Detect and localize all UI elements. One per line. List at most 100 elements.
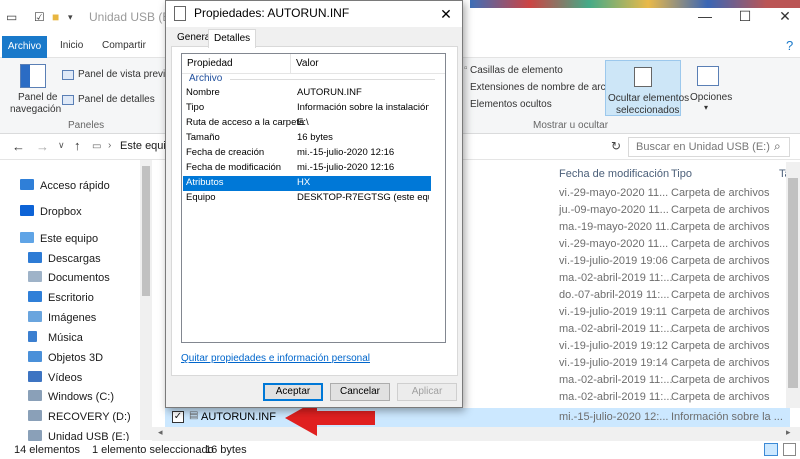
column-divider[interactable]: [290, 54, 291, 74]
property-row[interactable]: Tipo Información sobre la instalación: [183, 101, 431, 116]
property-row[interactable]: Fecha de modificación mi.-15-julio-2020 1…: [183, 161, 431, 176]
property-name: Fecha de modificación: [186, 162, 282, 173]
tab-archivo[interactable]: Archivo: [2, 36, 47, 58]
row-date: vi.-19-julio-2019 19:11: [559, 306, 668, 318]
recent-dropdown-icon[interactable]: ∨: [58, 140, 65, 151]
preview-pane-button[interactable]: Panel de vista previa: [78, 69, 171, 80]
property-row[interactable]: Atributos HX: [183, 176, 431, 191]
help-icon[interactable]: ?: [786, 38, 793, 53]
quick-access-dropdown-icon[interactable]: ▾: [68, 12, 73, 23]
minimize-button[interactable]: —: [690, 8, 720, 28]
search-input[interactable]: Buscar en Unidad USB (E:) ⌕: [628, 137, 790, 157]
table-row-selected[interactable]: ✓ ▤ AUTORUN.INF mi.-15-julio-2020 12:...…: [165, 408, 790, 427]
property-list-header: Propiedad Valor: [182, 54, 445, 74]
property-row[interactable]: Ruta de acceso a la carpeta E:\: [183, 116, 431, 131]
nav-item-label: Descargas: [48, 253, 101, 265]
cancel-button[interactable]: Cancelar: [330, 383, 390, 401]
horizontal-scrollbar[interactable]: ◂ ▸: [152, 427, 800, 441]
column-property[interactable]: Propiedad: [187, 58, 233, 69]
column-value[interactable]: Valor: [296, 58, 319, 69]
options-dropdown-icon[interactable]: ▾: [704, 103, 708, 112]
property-row[interactable]: Fecha de creación mi.-15-julio-2020 12:16: [183, 146, 431, 161]
scroll-left-icon[interactable]: ◂: [158, 427, 163, 438]
hide-selected-button[interactable]: Ocultar elementos seleccionados: [605, 60, 689, 116]
table-row[interactable]: do.-07-abril-2019 11:... Carpeta de archi…: [555, 287, 800, 304]
file-list-scroll-thumb[interactable]: [788, 178, 798, 388]
row-date: ju.-09-mayo-2020 11...: [559, 204, 669, 216]
nav-item-escritorio[interactable]: Escritorio: [28, 291, 94, 304]
nav-item-este-equipo[interactable]: Este equipo: [20, 232, 98, 245]
nav-item-label: Acceso rápido: [40, 180, 110, 192]
nav-item-windows-c[interactable]: Windows (C:): [28, 390, 114, 403]
table-row[interactable]: ma.-19-mayo-2020 11... Carpeta de archivo…: [555, 219, 800, 236]
remove-properties-link[interactable]: Quitar propiedades e información persona…: [181, 353, 370, 364]
tab-inicio[interactable]: Inicio: [60, 40, 83, 51]
nav-item-documentos[interactable]: Documentos: [28, 271, 110, 284]
nav-item-videos[interactable]: Vídeos: [28, 371, 82, 384]
table-row[interactable]: ma.-02-abril-2019 11:... Carpeta de archi…: [555, 372, 800, 389]
nav-item-descargas[interactable]: Descargas: [28, 252, 101, 265]
nav-item-acceso-rapido[interactable]: Acceso rápido: [20, 179, 110, 192]
details-pane-button[interactable]: Panel de detalles: [78, 94, 155, 105]
large-icons-view-icon[interactable]: [783, 443, 796, 456]
back-arrow-icon[interactable]: ←: [12, 139, 25, 154]
item-checkboxes-checkbox[interactable]: ▫: [464, 63, 468, 74]
options-button[interactable]: Opciones: [690, 92, 732, 103]
row-type: Carpeta de archivos: [671, 340, 770, 352]
refresh-icon[interactable]: ↻: [611, 139, 621, 153]
scroll-right-icon[interactable]: ▸: [786, 427, 791, 438]
documents-icon: [28, 271, 42, 282]
hidden-items-option[interactable]: Elementos ocultos: [470, 99, 552, 110]
search-icon[interactable]: ⌕: [774, 139, 781, 154]
forward-arrow-icon[interactable]: →: [36, 139, 49, 154]
table-row[interactable]: ma.-02-abril-2019 11:... Carpeta de archi…: [555, 321, 800, 338]
maximize-button[interactable]: ☐: [730, 8, 760, 28]
table-row[interactable]: vi.-19-julio-2019 19:11 Carpeta de archiv…: [555, 304, 800, 321]
nav-item-recovery-d[interactable]: RECOVERY (D:): [28, 410, 131, 423]
nav-item-musica[interactable]: Música: [28, 331, 83, 344]
tab-compartir[interactable]: Compartir: [102, 40, 146, 51]
table-row[interactable]: ma.-02-abril-2019 11:... Carpeta de archi…: [555, 270, 800, 287]
nav-pane-icon[interactable]: [20, 64, 46, 88]
item-checkboxes-option[interactable]: Casillas de elemento: [470, 65, 563, 76]
property-row[interactable]: Equipo DESKTOP-R7EGTSG (este equi...: [183, 191, 431, 206]
table-row[interactable]: vi.-19-julio-2019 19:12 Carpeta de archiv…: [555, 338, 800, 355]
checkbox-quick-icon[interactable]: ☑: [34, 10, 45, 24]
options-icon[interactable]: [697, 66, 719, 86]
column-date-modified[interactable]: Fecha de modificación: [559, 168, 669, 180]
table-row[interactable]: ju.-09-mayo-2020 11... Carpeta de archivo…: [555, 202, 800, 219]
dialog-titlebar: Propiedades: AUTORUN.INF ✕: [166, 1, 462, 27]
property-list[interactable]: Propiedad Valor Archivo Nombre AUTORUN.IN…: [181, 53, 446, 343]
close-window-button[interactable]: ✕: [770, 8, 800, 28]
nav-pane-label[interactable]: Panel de: [18, 92, 57, 103]
row-type: Carpeta de archivos: [671, 289, 770, 301]
tab-detalles[interactable]: Detalles: [208, 29, 257, 48]
table-row[interactable]: vi.-29-mayo-2020 11... Carpeta de archivo…: [555, 185, 800, 202]
column-type[interactable]: Tipo: [671, 168, 692, 180]
download-icon: [28, 252, 42, 263]
nav-pane-scroll-thumb[interactable]: [142, 166, 150, 296]
property-value: Información sobre la instalación: [297, 102, 429, 113]
nav-pane-label-2[interactable]: navegación: [10, 104, 61, 115]
details-view-icon[interactable]: [764, 443, 778, 456]
apply-button[interactable]: Aplicar: [397, 383, 457, 401]
table-row[interactable]: ma.-02-abril-2019 11:... Carpeta de archi…: [555, 389, 800, 406]
property-name: Fecha de creación: [186, 147, 265, 158]
dialog-close-button[interactable]: ✕: [434, 3, 458, 25]
nav-item-dropbox[interactable]: Dropbox: [20, 205, 82, 218]
property-row[interactable]: Nombre AUTORUN.INF: [183, 86, 431, 101]
table-row[interactable]: vi.-19-julio-2019 19:06 Carpeta de archiv…: [555, 253, 800, 270]
table-row[interactable]: vi.-29-mayo-2020 11... Carpeta de archivo…: [555, 236, 800, 253]
row-checkbox[interactable]: ✓: [172, 411, 184, 423]
property-row[interactable]: Tamaño 16 bytes: [183, 131, 431, 146]
table-row[interactable]: vi.-19-julio-2019 19:14 Carpeta de archiv…: [555, 355, 800, 372]
breadcrumb-chevron-icon[interactable]: ›: [108, 140, 111, 151]
property-value: DESKTOP-R7EGTSG (este equi...: [297, 192, 429, 203]
file-extensions-option[interactable]: Extensiones de nombre de archivo: [470, 82, 624, 93]
property-value: 16 bytes: [297, 132, 333, 143]
up-arrow-icon[interactable]: ↑: [74, 138, 81, 153]
folder-quick-icon[interactable]: ■: [52, 10, 59, 24]
nav-item-objetos-3d[interactable]: Objetos 3D: [28, 351, 103, 364]
ok-button[interactable]: Aceptar: [263, 383, 323, 401]
nav-item-imagenes[interactable]: Imágenes: [28, 311, 96, 324]
